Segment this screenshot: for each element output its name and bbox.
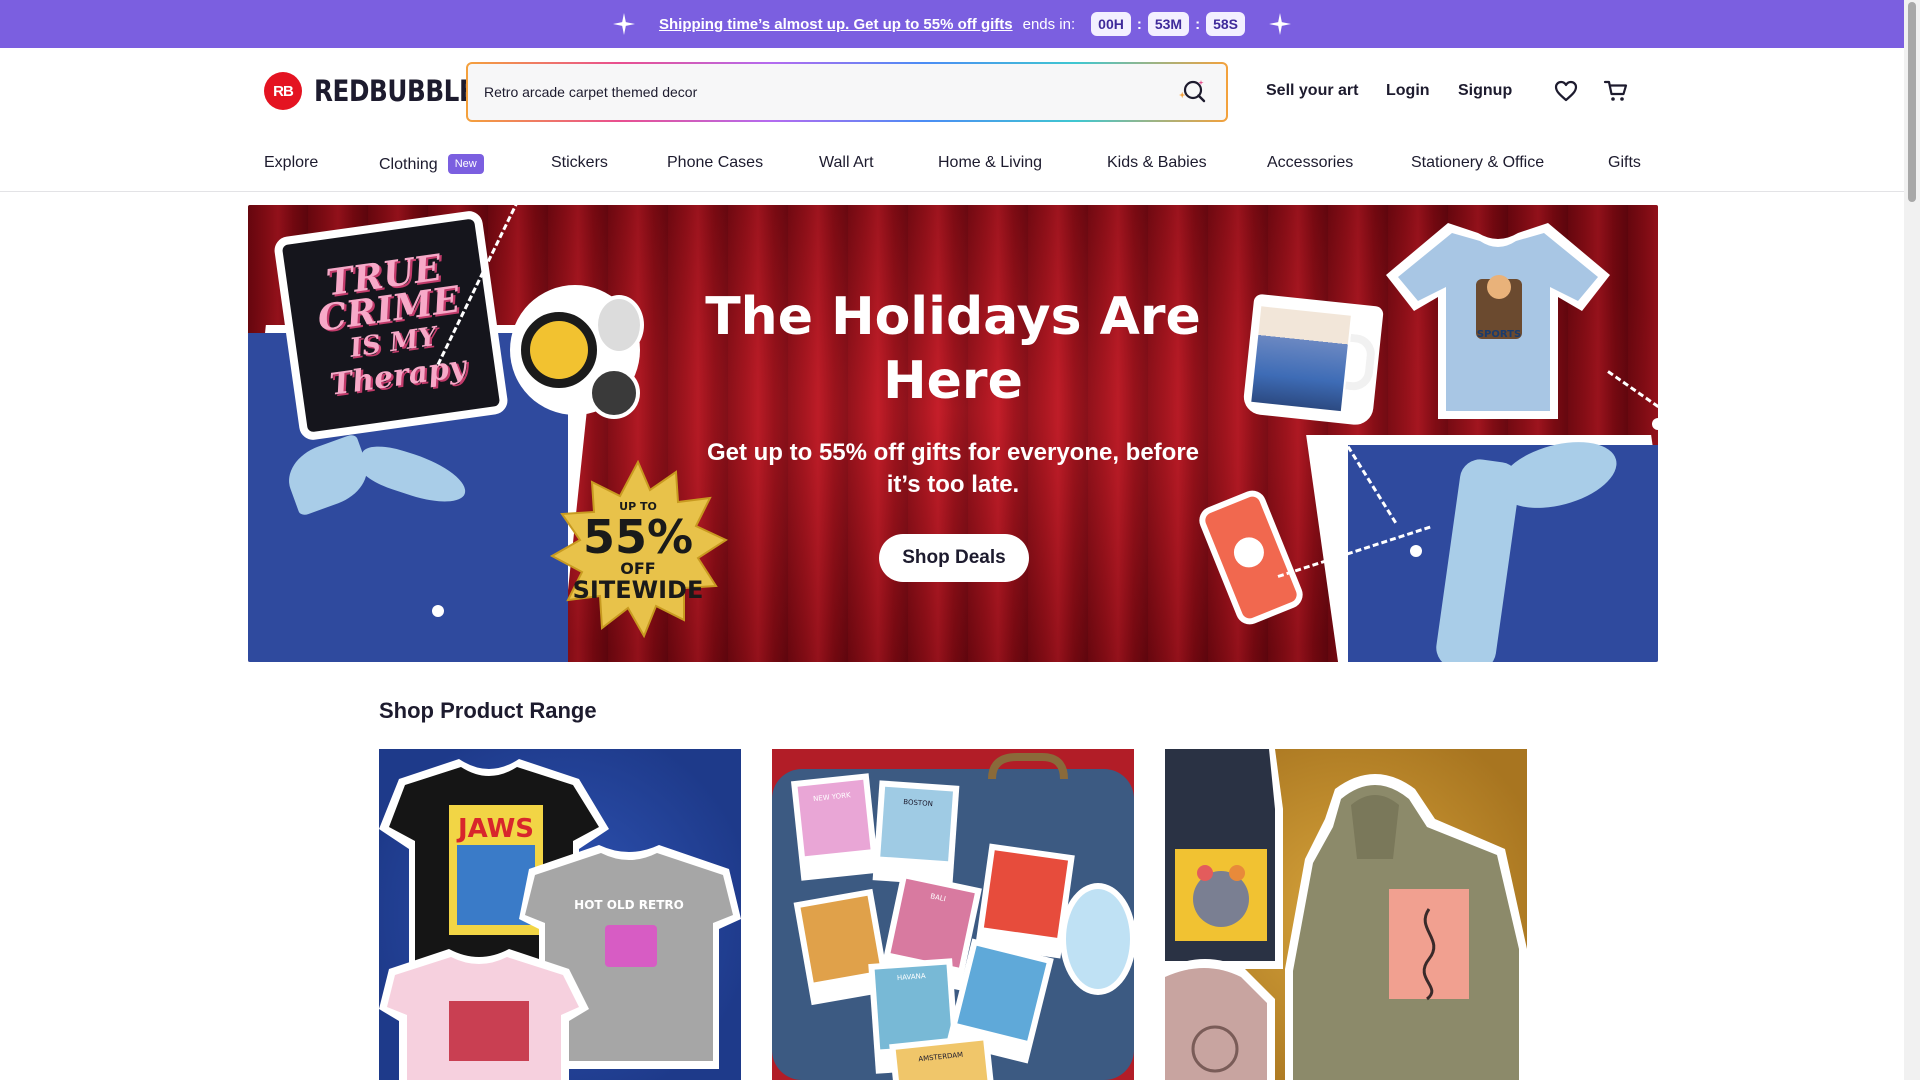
scrollbar-thumb[interactable] <box>1908 2 1916 202</box>
product-card-stickers[interactable]: NEW YORK BOSTON BALI HAVANA AMSTERDAM <box>772 749 1134 1080</box>
category-nav: Explore Clothing New Stickers Phone Cases… <box>0 136 1904 192</box>
search-icon <box>1179 80 1206 103</box>
signup-link[interactable]: Signup <box>1458 82 1512 100</box>
mug-product <box>1242 293 1384 427</box>
product-card-hoodies[interactable] <box>1165 749 1527 1080</box>
logo-mark: RB <box>264 72 302 110</box>
search-input[interactable] <box>484 84 1176 100</box>
nav-phone-cases[interactable]: Phone Cases <box>667 154 763 172</box>
sparkle-icon <box>1269 13 1291 35</box>
promo-ends-text: ends in: <box>1022 15 1076 33</box>
promo-link[interactable]: Shipping time’s almost up. Get up to 55%… <box>659 16 1013 33</box>
nav-gifts[interactable]: Gifts <box>1608 154 1641 172</box>
nav-home-living[interactable]: Home & Living <box>938 154 1042 172</box>
timer-hours: 00H <box>1091 12 1131 36</box>
login-link[interactable]: Login <box>1386 82 1430 100</box>
nav-stationery-office[interactable]: Stationery & Office <box>1411 154 1544 172</box>
nav-clothing[interactable]: Clothing New <box>379 154 484 174</box>
tshirt-product: SPORTS <box>1386 223 1610 419</box>
hero-banner[interactable]: TRUE CRIME IS MY Therapy UP TO 55% OFF S… <box>248 205 1658 662</box>
heart-icon[interactable] <box>1553 78 1579 104</box>
clothing-illustration: JAWS HOT OLD RETRO <box>379 759 741 1080</box>
timer-seconds: 58S <box>1206 12 1245 36</box>
hoodies-illustration <box>1165 749 1527 1080</box>
nav-kids-babies[interactable]: Kids & Babies <box>1107 154 1207 172</box>
nav-stickers[interactable]: Stickers <box>551 154 608 172</box>
new-badge: New <box>447 154 484 174</box>
svg-text:SPORTS: SPORTS <box>1477 329 1521 340</box>
hero-title: The Holidays Are Here <box>705 287 1201 411</box>
nav-clothing-label: Clothing <box>379 156 438 173</box>
cart-icon[interactable] <box>1603 78 1629 104</box>
search-button[interactable] <box>1176 75 1210 109</box>
nav-wall-art[interactable]: Wall Art <box>819 154 874 172</box>
promo-bar: Shipping time’s almost up. Get up to 55%… <box>0 0 1904 48</box>
site-header: RB REDBUBBLE Sell your art Login Signup <box>0 48 1904 136</box>
section-title: Shop Product Range <box>379 698 597 723</box>
search-bar <box>466 62 1228 122</box>
logo-text: REDBUBBLE <box>314 74 476 108</box>
stickers-illustration: NEW YORK BOSTON BALI HAVANA AMSTERDAM <box>772 753 1134 1080</box>
svg-text:JAWS: JAWS <box>456 814 534 844</box>
shop-deals-button[interactable]: Shop Deals <box>879 534 1029 582</box>
page-scrollbar[interactable] <box>1904 0 1920 1080</box>
sparkle-icon <box>612 13 635 35</box>
true-crime-pillow: TRUE CRIME IS MY Therapy <box>272 209 510 442</box>
hero-subtitle: Get up to 55% off gifts for everyone, be… <box>706 439 1200 498</box>
sell-your-art-link[interactable]: Sell your art <box>1266 82 1358 100</box>
nav-accessories[interactable]: Accessories <box>1267 154 1353 172</box>
product-card-clothing[interactable]: JAWS HOT OLD RETRO <box>379 749 741 1080</box>
svg-text:HOT OLD RETRO: HOT OLD RETRO <box>574 898 684 912</box>
timer-minutes: 53M <box>1147 12 1190 36</box>
nav-explore[interactable]: Explore <box>264 154 318 172</box>
